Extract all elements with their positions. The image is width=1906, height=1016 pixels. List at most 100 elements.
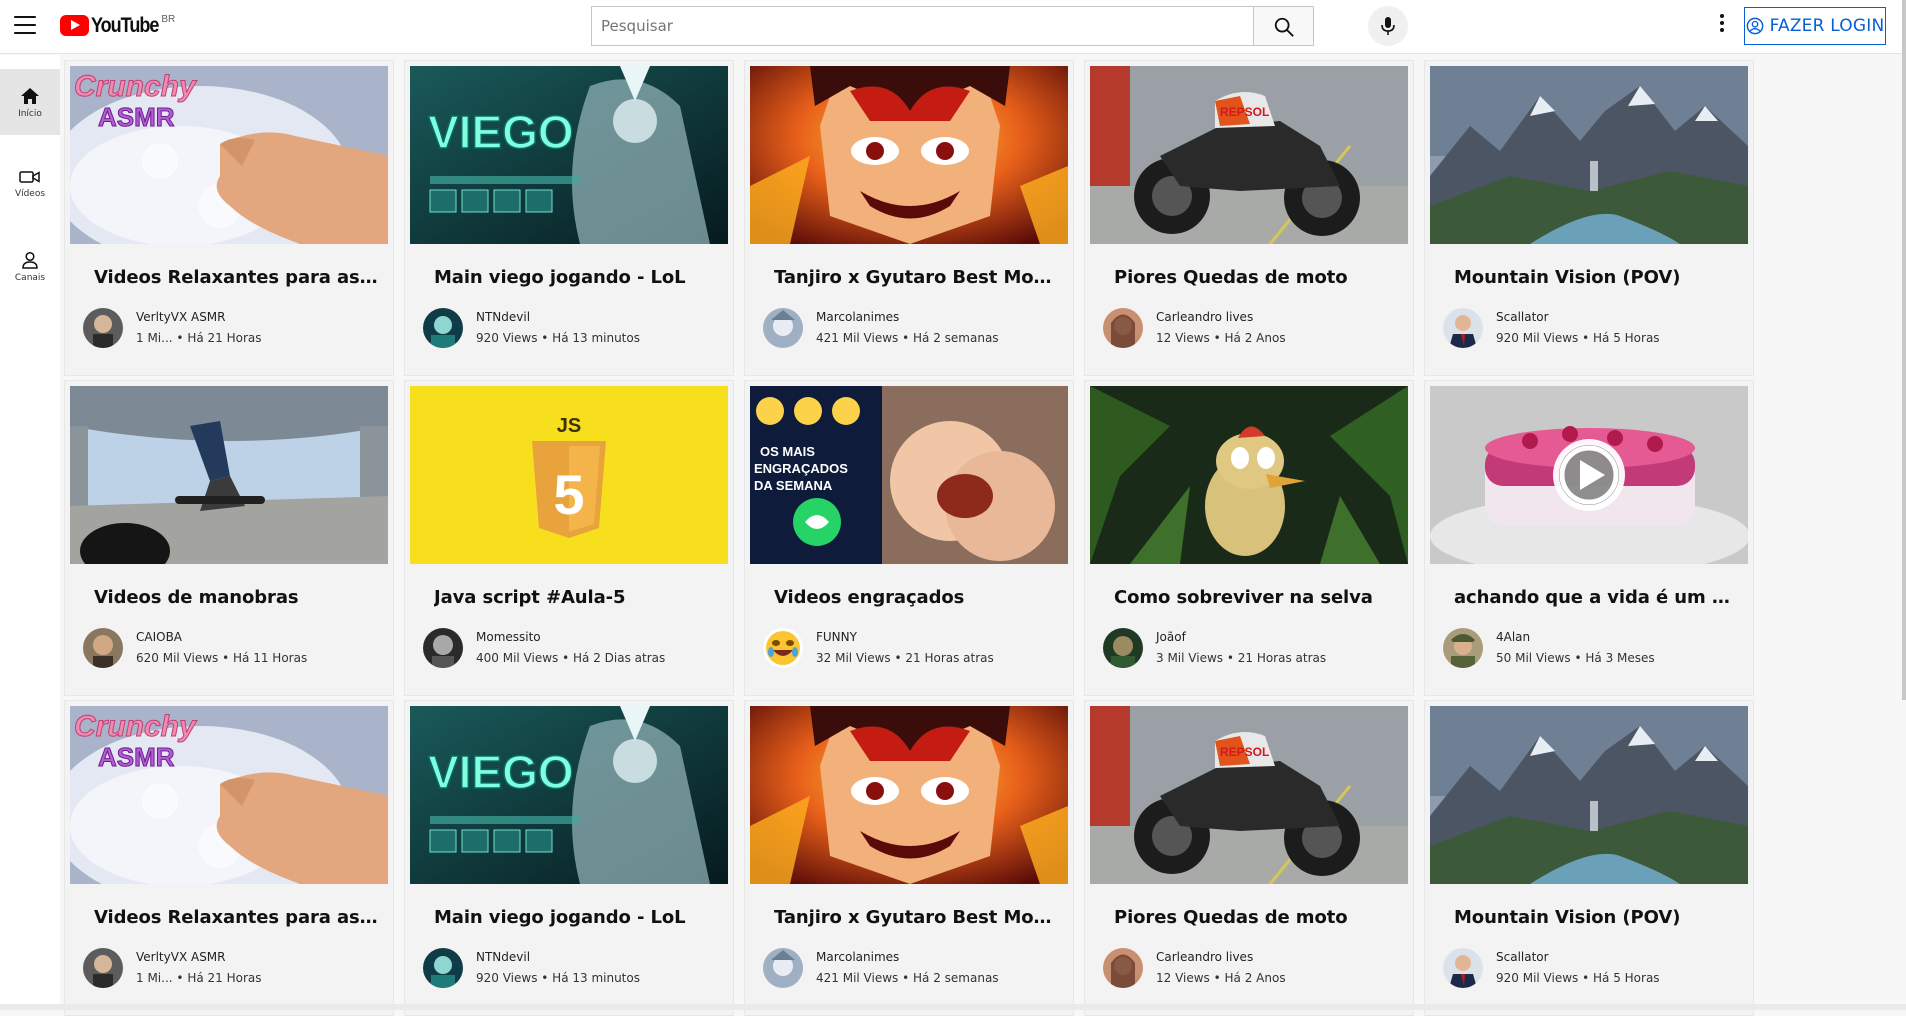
video-thumbnail[interactable]: OS MAIS ENGRAÇADOS DA SEMANA — [750, 386, 1068, 564]
upload-time: Há 2 Anos — [1224, 971, 1286, 985]
channel-avatar[interactable] — [423, 948, 463, 988]
video-card[interactable]: Videos de manobras CAIOBA 620 Mil Views • … — [64, 380, 394, 696]
video-title[interactable]: Java script #Aula-5 — [434, 587, 724, 608]
video-card[interactable]: VIEGO Main viego jogando - LoL NTNdevil 92… — [404, 700, 734, 1016]
video-thumbnail[interactable]: Crunchy ASMR — [70, 706, 388, 884]
video-title[interactable]: Main viego jogando - LoL — [434, 907, 724, 928]
channel-avatar[interactable] — [83, 628, 123, 668]
video-card[interactable]: Como sobreviver na selva Joãof 3 Mil Views… — [1084, 380, 1414, 696]
video-title[interactable]: Main viego jogando - LoL — [434, 267, 724, 288]
channel-avatar[interactable] — [1103, 628, 1143, 668]
view-count: 1 Mi... — [136, 971, 173, 985]
view-count: 920 Mil Views — [1496, 331, 1579, 345]
video-title[interactable]: Videos Relaxantes para assistir — [94, 907, 384, 928]
channel-name[interactable]: Scallator — [1496, 310, 1549, 324]
channel-name[interactable]: FUNNY — [816, 630, 857, 644]
channel-avatar[interactable] — [1443, 948, 1483, 988]
sidebar-item-videos[interactable]: Vídeos — [0, 151, 60, 217]
channel-name[interactable]: Momessito — [476, 630, 541, 644]
video-card[interactable]: REPSOL Piores Quedas de moto Carleandro li… — [1084, 700, 1414, 1016]
video-thumbnail[interactable] — [70, 386, 388, 564]
voice-search-button[interactable] — [1368, 6, 1408, 46]
channel-name[interactable]: CAIOBA — [136, 630, 182, 644]
channel-name[interactable]: Marcolanimes — [816, 950, 899, 964]
video-thumbnail[interactable] — [1430, 706, 1748, 884]
video-thumbnail[interactable]: REPSOL — [1090, 706, 1408, 884]
video-title[interactable]: Como sobreviver na selva — [1114, 587, 1404, 608]
sidebar-item-channels[interactable]: Canais — [0, 233, 60, 299]
channel-name[interactable]: VerltyVX ASMR — [136, 310, 226, 324]
channel-avatar[interactable] — [763, 308, 803, 348]
channel-name[interactable]: NTNdevil — [476, 310, 530, 324]
video-card[interactable]: 5 JS Java script #Aula-5 Momessito 400 Mil … — [404, 380, 734, 696]
video-card[interactable]: achando que a vida é um mo... 4Alan 50 Mil… — [1424, 380, 1754, 696]
video-title[interactable]: Mountain Vision (POV) — [1454, 907, 1744, 928]
video-thumbnail[interactable] — [1430, 66, 1748, 244]
video-thumbnail[interactable] — [1090, 386, 1408, 564]
channel-avatar[interactable] — [423, 308, 463, 348]
video-title[interactable]: Tanjiro x Gyutaro Best Moments — [774, 907, 1064, 928]
channel-name[interactable]: VerltyVX ASMR — [136, 950, 226, 964]
hamburger-menu-icon[interactable] — [14, 16, 36, 36]
video-thumbnail[interactable]: VIEGO — [410, 66, 728, 244]
search-button[interactable] — [1254, 6, 1314, 46]
video-title[interactable]: Piores Quedas de moto — [1114, 907, 1404, 928]
meta-separator: • — [1209, 971, 1225, 985]
page-scrollbar[interactable] — [1902, 0, 1906, 700]
sidebar-item-home[interactable]: Início — [0, 69, 60, 135]
video-title[interactable]: Mountain Vision (POV) — [1454, 267, 1744, 288]
video-thumbnail[interactable]: 5 JS — [410, 386, 728, 564]
svg-text:DA SEMANA: DA SEMANA — [754, 478, 833, 493]
video-card[interactable]: Crunchy ASMR Videos Relaxantes para assis… — [64, 60, 394, 376]
more-options-icon[interactable] — [1712, 14, 1732, 38]
video-title[interactable]: Tanjiro x Gyutaro Best Moments — [774, 267, 1064, 288]
video-thumbnail[interactable]: REPSOL — [1090, 66, 1408, 244]
channel-avatar[interactable] — [1443, 628, 1483, 668]
channel-avatar[interactable] — [83, 948, 123, 988]
channel-avatar[interactable] — [1103, 308, 1143, 348]
video-card[interactable]: Tanjiro x Gyutaro Best Moments Marcolanim… — [744, 60, 1074, 376]
video-title[interactable]: Piores Quedas de moto — [1114, 267, 1404, 288]
video-title[interactable]: Videos engraçados — [774, 587, 1064, 608]
login-button[interactable]: FAZER LOGIN — [1744, 7, 1886, 45]
video-thumbnail[interactable] — [750, 66, 1068, 244]
meta-separator: • — [1578, 971, 1594, 985]
person-icon — [22, 251, 38, 269]
video-thumbnail[interactable] — [1430, 386, 1748, 564]
video-card[interactable]: Mountain Vision (POV) Scallator 920 Mil Vi… — [1424, 60, 1754, 376]
meta-separator: • — [898, 971, 914, 985]
channel-name[interactable]: Carleandro lives — [1156, 310, 1253, 324]
video-meta: 920 Mil Views • Há 5 Horas — [1496, 331, 1660, 345]
channel-name[interactable]: Joãof — [1156, 630, 1186, 644]
channel-avatar[interactable] — [763, 948, 803, 988]
video-card[interactable]: REPSOL Piores Quedas de moto Carleandro li… — [1084, 60, 1414, 376]
video-title[interactable]: Videos de manobras — [94, 587, 384, 608]
sidebar: Início Vídeos Canais — [0, 55, 60, 1010]
channel-name[interactable]: Scallator — [1496, 950, 1549, 964]
channel-name[interactable]: Carleandro lives — [1156, 950, 1253, 964]
channel-name[interactable]: NTNdevil — [476, 950, 530, 964]
video-meta: 3 Mil Views • 21 Horas atras — [1156, 651, 1326, 665]
video-card[interactable]: VIEGO Main viego jogando - LoL NTNdevil 92… — [404, 60, 734, 376]
video-card[interactable]: Crunchy ASMR Videos Relaxantes para assis… — [64, 700, 394, 1016]
svg-text:ASMR: ASMR — [98, 742, 175, 772]
search-input[interactable] — [592, 7, 1254, 45]
video-title[interactable]: achando que a vida é um mo... — [1454, 587, 1744, 608]
upload-time: Há 13 minutos — [552, 331, 640, 345]
video-card[interactable]: Mountain Vision (POV) Scallator 920 Mil Vi… — [1424, 700, 1754, 1016]
video-thumbnail[interactable] — [750, 706, 1068, 884]
channel-avatar[interactable] — [1443, 308, 1483, 348]
video-meta: 12 Views • Há 2 Anos — [1156, 331, 1286, 345]
video-title[interactable]: Videos Relaxantes para assistir — [94, 267, 384, 288]
video-card[interactable]: Tanjiro x Gyutaro Best Moments Marcolanim… — [744, 700, 1074, 1016]
channel-name[interactable]: Marcolanimes — [816, 310, 899, 324]
channel-avatar[interactable] — [763, 628, 803, 668]
video-thumbnail[interactable]: VIEGO — [410, 706, 728, 884]
video-card[interactable]: OS MAIS ENGRAÇADOS DA SEMANA Videos engr… — [744, 380, 1074, 696]
youtube-logo[interactable]: YouTube BR — [60, 14, 175, 38]
channel-name[interactable]: 4Alan — [1496, 630, 1530, 644]
channel-avatar[interactable] — [83, 308, 123, 348]
channel-avatar[interactable] — [1103, 948, 1143, 988]
video-thumbnail[interactable]: Crunchy ASMR — [70, 66, 388, 244]
channel-avatar[interactable] — [423, 628, 463, 668]
